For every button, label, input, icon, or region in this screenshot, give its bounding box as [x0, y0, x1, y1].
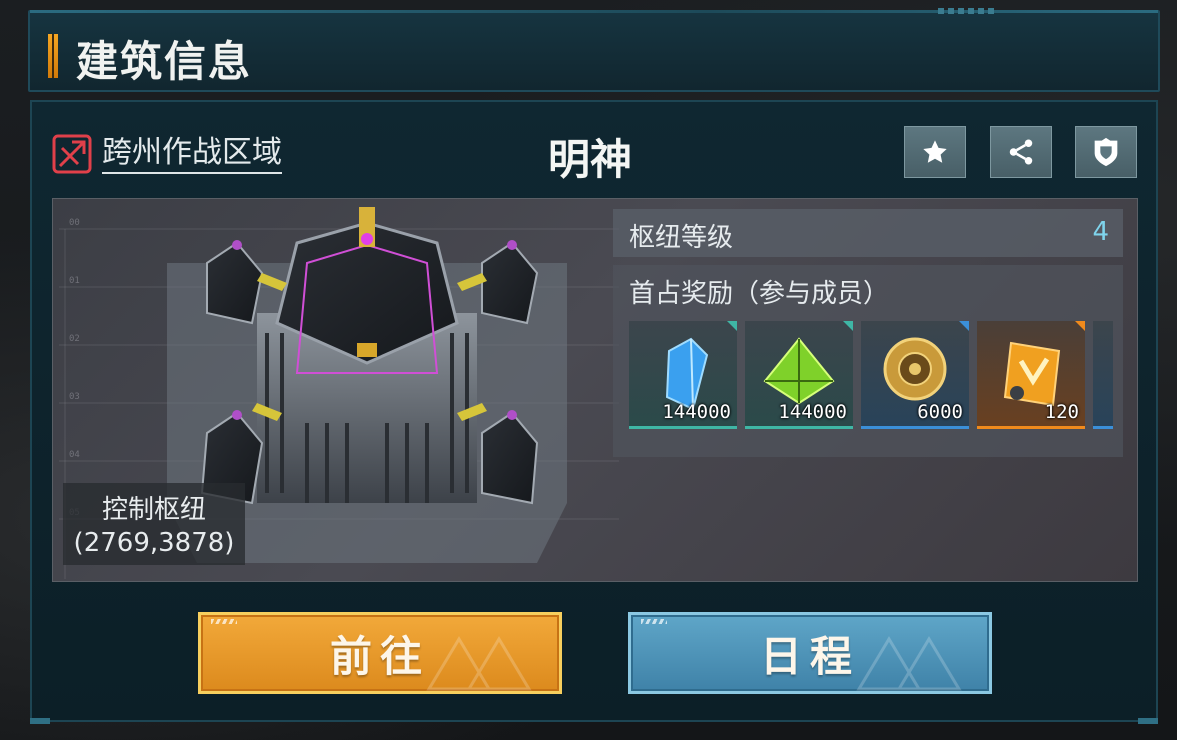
- alliance-button[interactable]: [1075, 126, 1137, 178]
- rarity-bar: [1093, 426, 1113, 429]
- first-capture-rewards: 首占奖励（参与成员） 144000 144000 6000 120: [613, 265, 1123, 457]
- reward-list: 144000 144000 6000 120: [629, 321, 1113, 429]
- button-stripes: [641, 619, 667, 624]
- hub-coordinates[interactable]: (2769,3878): [63, 528, 245, 558]
- reward-item-partial[interactable]: [1093, 321, 1113, 429]
- hub-coordinates-box: 控制枢纽 (2769,3878): [63, 483, 245, 565]
- hub-level-row: 枢纽等级 4: [613, 209, 1123, 257]
- rewards-label: 首占奖励（参与成员）: [629, 279, 890, 309]
- title-accent-marker: [48, 34, 58, 78]
- shield-icon: [1094, 137, 1118, 167]
- reward-item[interactable]: 120: [977, 321, 1085, 429]
- share-icon: [1009, 139, 1033, 165]
- rarity-bar: [861, 426, 969, 429]
- rarity-corner: [959, 321, 969, 331]
- rarity-bar: [977, 426, 1085, 429]
- rarity-corner: [727, 321, 737, 331]
- grid-tick: 01: [69, 276, 80, 286]
- grid-tick: 00: [69, 218, 80, 228]
- share-button[interactable]: [990, 126, 1052, 178]
- schedule-button[interactable]: 日程: [628, 612, 992, 694]
- hub-level-label: 枢纽等级: [629, 223, 734, 253]
- button-stripes: [211, 619, 237, 624]
- zone-link[interactable]: 跨州作战区域: [102, 134, 282, 174]
- grid-tick: 02: [69, 334, 80, 344]
- rarity-bar: [745, 426, 853, 429]
- building-info-panel: 跨州作战区域 明神 00 01 02 03 04 控制枢纽 (2769,3878…: [30, 100, 1158, 724]
- reward-amount: 144000: [778, 401, 847, 423]
- star-icon: [923, 140, 947, 163]
- title-bar-decoration: [938, 8, 998, 14]
- reward-amount: 120: [1044, 401, 1079, 423]
- reward-amount: 144000: [662, 401, 731, 423]
- go-button-label: 前往: [329, 631, 430, 681]
- panel-corner-left: [30, 718, 50, 724]
- grid-tick: 04: [69, 450, 80, 460]
- reward-amount: 6000: [917, 401, 963, 423]
- title-bar: 建筑信息: [28, 8, 1160, 92]
- favorite-button[interactable]: [904, 126, 966, 178]
- panel-corner-right: [1138, 718, 1158, 724]
- schedule-button-label: 日程: [759, 631, 860, 681]
- hub-level-value: 4: [1092, 217, 1109, 247]
- zone-crossed-icon: [52, 134, 92, 174]
- rarity-corner: [1075, 321, 1085, 331]
- rarity-corner: [843, 321, 853, 331]
- building-detail-area: 00 01 02 03 04 05: [52, 198, 1138, 582]
- rarity-bar: [629, 426, 737, 429]
- grid-tick: 03: [69, 392, 80, 402]
- go-button[interactable]: 前往: [198, 612, 562, 694]
- reward-item[interactable]: 144000: [745, 321, 853, 429]
- building-name: 明神: [548, 135, 633, 184]
- page-title: 建筑信息: [76, 37, 253, 86]
- hub-type-label: 控制枢纽: [101, 495, 206, 525]
- reward-item[interactable]: 144000: [629, 321, 737, 429]
- reward-item[interactable]: 6000: [861, 321, 969, 429]
